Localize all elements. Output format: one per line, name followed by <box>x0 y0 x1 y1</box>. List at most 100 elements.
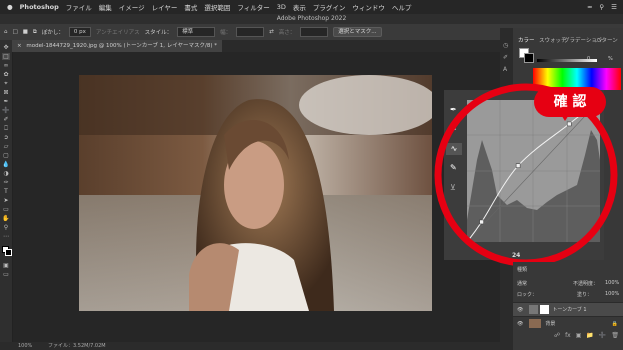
add-selection-icon[interactable]: ⧉ <box>33 29 37 36</box>
screen-mode-icon[interactable]: ▭ <box>2 271 10 278</box>
menu-image[interactable]: イメージ <box>119 2 145 12</box>
swap-icon[interactable]: ⇄ <box>269 29 274 35</box>
fill-value[interactable]: 100% <box>605 291 619 297</box>
menu-view[interactable]: 表示 <box>293 2 306 12</box>
opacity-value[interactable]: 100% <box>605 280 619 286</box>
brush-panel-icon[interactable]: ✐ <box>503 54 508 61</box>
link-icon[interactable]: ☍ <box>554 332 560 342</box>
rectangle-tool-icon[interactable]: ▭ <box>2 206 10 213</box>
layer-name: 背景 <box>545 321 556 327</box>
background-thumb <box>529 319 542 328</box>
layer-row[interactable]: 👁 トーンカーブ 1 <box>513 302 623 316</box>
window-title: Adobe Photoshop 2022 <box>0 14 623 24</box>
lasso-tool-icon[interactable]: ∞ <box>2 62 10 69</box>
width-input[interactable] <box>236 27 265 37</box>
visibility-icon[interactable]: 👁 <box>517 307 523 313</box>
eraser-tool-icon[interactable]: ▱ <box>2 143 10 150</box>
document-tab[interactable]: × model-1844729_1920.jpg @ 100% (トーンカーブ … <box>12 40 223 52</box>
zoom-level[interactable]: 100% <box>18 342 32 350</box>
quick-select-icon[interactable]: ✿ <box>2 71 10 78</box>
gradient-tool-icon[interactable]: ▢ <box>2 152 10 159</box>
background-swatch[interactable] <box>524 53 534 63</box>
history-panel-icon[interactable]: ◷ <box>503 42 508 49</box>
menu-file[interactable]: ファイル <box>66 2 92 12</box>
more-tools-icon[interactable]: ⋯ <box>2 233 10 240</box>
menu-window[interactable]: ウィンドウ <box>352 2 385 12</box>
new-selection-icon[interactable]: ■ <box>23 29 28 35</box>
style-label: スタイル： <box>144 30 173 36</box>
layer-footer: ☍ fx ▣ 📁 ➕ 🗑 <box>513 332 623 342</box>
menu-3d[interactable]: 3D <box>277 3 286 11</box>
type-tool-icon[interactable]: T <box>2 188 10 195</box>
home-icon[interactable]: ⌂ <box>4 29 8 35</box>
menu-plugins[interactable]: プラグイン <box>313 2 346 12</box>
fx-icon[interactable]: fx <box>565 332 571 342</box>
tab-pattern[interactable]: パターン <box>596 36 618 44</box>
zoom-tool-icon[interactable]: ⚲ <box>2 224 10 231</box>
marquee-tool-icon[interactable]: □ <box>13 29 18 35</box>
crop-tool-icon[interactable]: ⌖ <box>2 80 10 87</box>
visibility-icon[interactable]: 👁 <box>517 321 523 327</box>
style-select[interactable]: 標準 <box>177 27 216 37</box>
folder-icon[interactable]: 📁 <box>586 332 593 342</box>
width-label: 幅： <box>220 30 232 36</box>
confirm-badge: 確 認 <box>534 87 606 117</box>
frame-tool-icon[interactable]: ⊠ <box>2 89 10 96</box>
new-layer-icon[interactable]: ➕ <box>599 332 606 342</box>
tab-close-icon[interactable]: × <box>17 43 22 49</box>
tab-color[interactable]: カラー <box>518 36 535 44</box>
layer-kind-filter[interactable]: 種類 <box>517 266 527 273</box>
height-input[interactable] <box>300 27 329 37</box>
tab-swatches[interactable]: スウォッチ <box>539 36 567 44</box>
select-mask-button[interactable]: 選択とマスク... <box>333 27 382 37</box>
wifi-icon[interactable]: ≈ <box>587 3 592 11</box>
height-label: 高さ： <box>278 30 296 36</box>
blend-mode-select[interactable]: 通常 <box>517 280 527 287</box>
portrait-photo <box>79 75 432 311</box>
color-slider-unit: % <box>608 56 613 62</box>
marquee-tool-icon[interactable]: □ <box>2 53 10 60</box>
document-tab-label: model-1844729_1920.jpg @ 100% (トーンカーブ 1,… <box>26 43 218 49</box>
apple-icon[interactable]: ● <box>7 3 13 11</box>
add-mask-icon[interactable]: ▣ <box>576 332 582 342</box>
hand-tool-icon[interactable]: ✋ <box>2 215 10 222</box>
lock-label: ロック： <box>517 292 538 298</box>
menu-bar: ● Photoshop ファイル 編集 イメージ レイヤー 書式 選択範囲 フィ… <box>0 0 623 14</box>
document-image[interactable] <box>79 75 432 311</box>
stamp-tool-icon[interactable]: ⎕ <box>2 125 10 132</box>
menu-select[interactable]: 選択範囲 <box>204 2 230 12</box>
opacity-label: 不透明度： <box>573 281 599 287</box>
menu-type[interactable]: 書式 <box>184 2 197 12</box>
feather-input[interactable]: 0 px <box>68 27 91 37</box>
history-brush-icon[interactable]: ➲ <box>2 134 10 141</box>
trash-icon[interactable]: 🗑 <box>611 332 619 342</box>
fill-label: 塗り： <box>577 292 593 298</box>
adjustment-thumb <box>529 305 539 314</box>
menu-filter[interactable]: フィルター <box>237 2 269 12</box>
menu-app[interactable]: Photoshop <box>20 3 59 11</box>
menu-help[interactable]: ヘルプ <box>392 2 412 12</box>
color-slider-value[interactable]: 0 <box>587 56 590 62</box>
antialias-checkbox[interactable]: アンチエイリアス <box>96 28 140 36</box>
lock-icon: 🔒 <box>611 320 618 327</box>
brush-tool-icon[interactable]: ✐ <box>2 116 10 123</box>
layers-panel: 種類 通常 不透明度： 100% ロック： 塗り： 100% 👁 トーンカーブ … <box>513 262 623 342</box>
color-swatches-icon[interactable] <box>2 246 12 256</box>
character-panel-icon[interactable]: A <box>503 66 507 73</box>
path-select-icon[interactable]: ➤ <box>2 197 10 204</box>
mask-thumb <box>540 305 550 314</box>
quick-mask-icon[interactable]: ▣ <box>2 262 10 269</box>
blur-tool-icon[interactable]: 💧 <box>2 161 10 168</box>
eyedropper-tool-icon[interactable]: ✒ <box>2 98 10 105</box>
file-info: ファイル：3.52M/7.02M <box>48 343 106 349</box>
menu-layer[interactable]: レイヤー <box>152 2 178 12</box>
control-center-icon[interactable]: ☰ <box>611 3 617 11</box>
move-tool-icon[interactable]: ✥ <box>2 44 10 51</box>
search-icon[interactable]: ⚲ <box>599 3 604 11</box>
menu-edit[interactable]: 編集 <box>99 2 112 12</box>
pen-tool-icon[interactable]: ✑ <box>2 179 10 186</box>
dodge-tool-icon[interactable]: ◑ <box>2 170 10 177</box>
window-title-text: Adobe Photoshop 2022 <box>276 15 347 22</box>
layer-row[interactable]: 👁 背景 🔒 <box>513 316 623 330</box>
healing-brush-icon[interactable]: ➕ <box>2 107 10 114</box>
